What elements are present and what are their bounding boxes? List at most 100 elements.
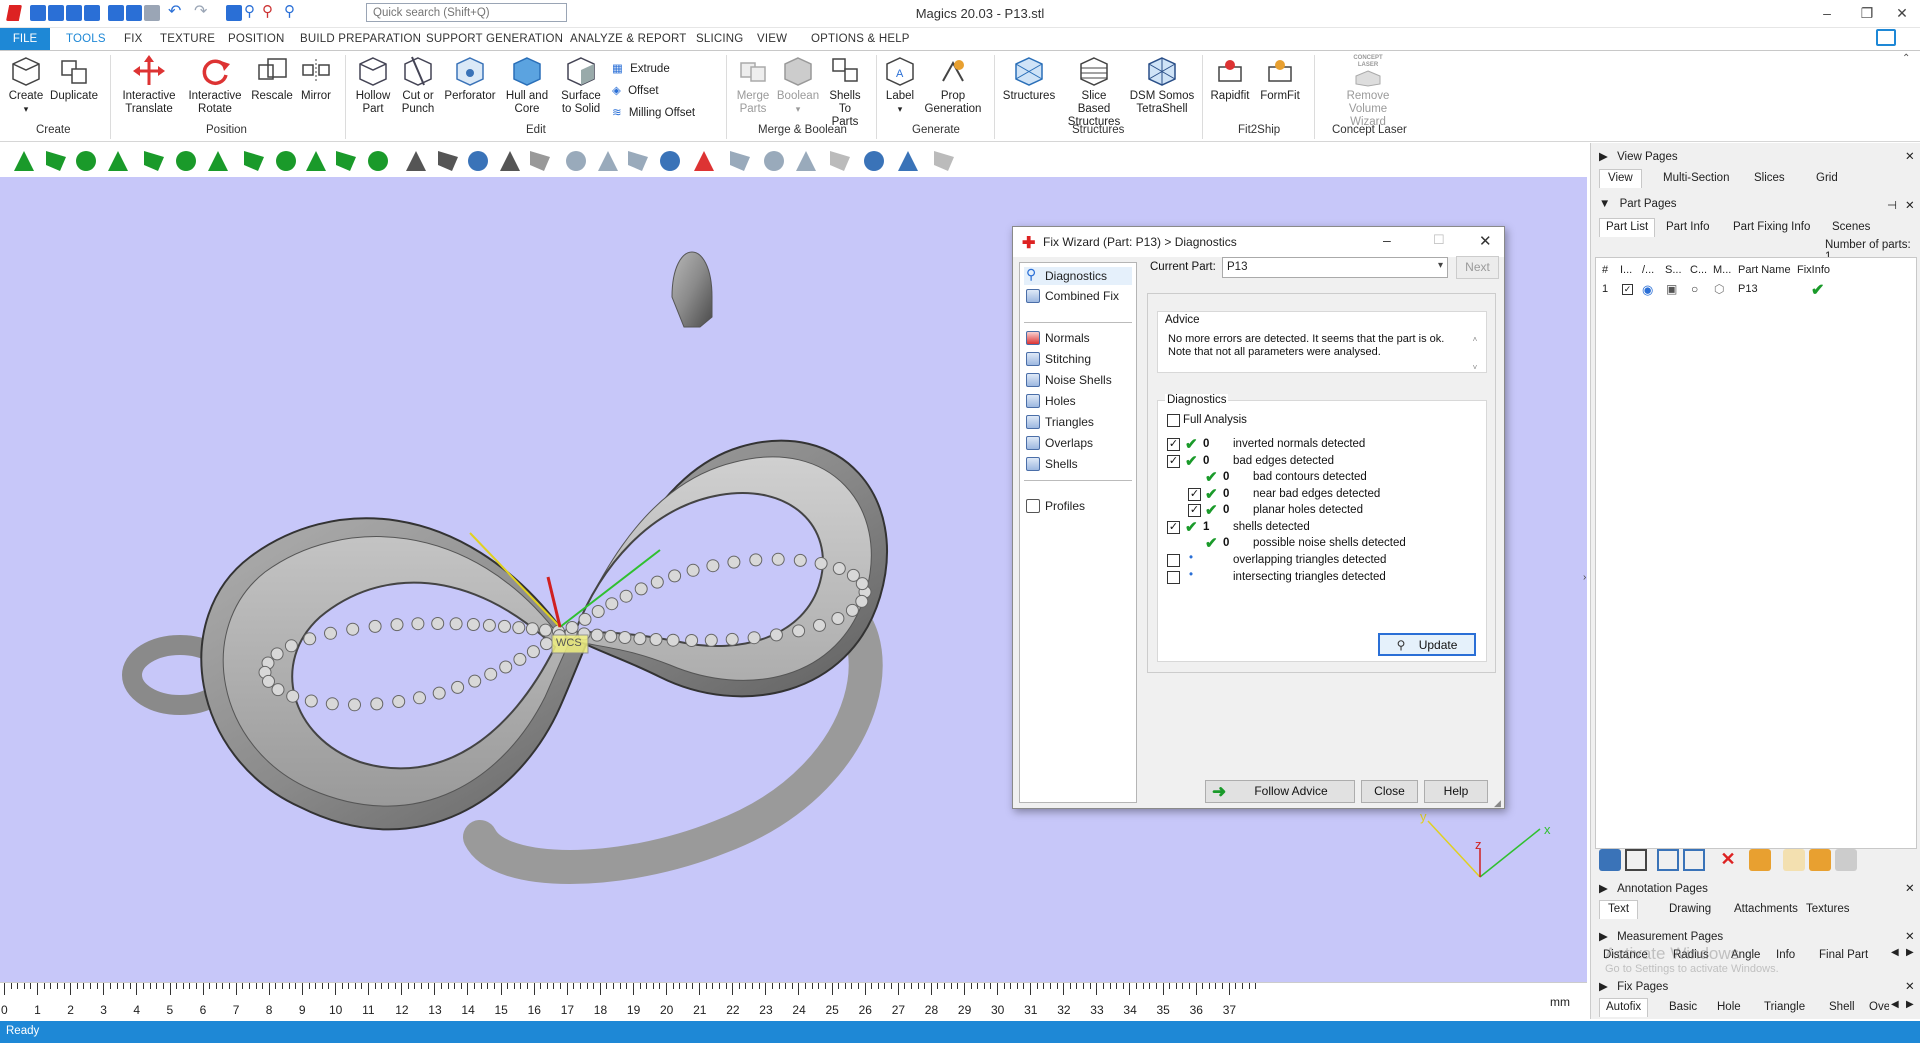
tab-scroll-right-icon[interactable]: ▶: [1906, 947, 1914, 958]
panel-splitter-handle[interactable]: ›: [1583, 572, 1586, 583]
tab-file[interactable]: FILE: [0, 28, 50, 50]
tab-triangle[interactable]: Triangle: [1764, 1001, 1805, 1013]
part-list-tool-icon[interactable]: [1683, 849, 1705, 871]
tab-fix[interactable]: FIX: [124, 33, 143, 45]
selection-tool-icon[interactable]: [660, 151, 680, 171]
selection-tool-icon[interactable]: [864, 151, 884, 171]
rescale-button[interactable]: Rescale: [250, 55, 294, 103]
nav-diagnostics[interactable]: ⚲ Diagnostics: [1024, 267, 1132, 285]
advice-scrollbar[interactable]: ˄ ˅: [1469, 333, 1481, 372]
annotation-pages-header[interactable]: ▶ Annotation Pages ✕: [1591, 881, 1920, 899]
selection-tool-icon[interactable]: [406, 151, 426, 171]
tab-part-info[interactable]: Part Info: [1666, 221, 1709, 233]
structures-button[interactable]: Structures: [998, 55, 1060, 103]
tab-grid[interactable]: Grid: [1816, 172, 1838, 184]
diagnostic-checkbox[interactable]: [1167, 554, 1180, 567]
selection-tool-icon[interactable]: [730, 151, 750, 171]
tab-shell[interactable]: Shell: [1829, 1001, 1855, 1013]
selection-tool-icon[interactable]: [764, 151, 784, 171]
tab-slicing[interactable]: SLICING: [696, 33, 743, 45]
diagnostic-checkbox[interactable]: ✓: [1167, 521, 1180, 534]
col-machine[interactable]: M...: [1713, 264, 1731, 276]
perforator-button[interactable]: Perforator: [442, 55, 498, 103]
diagnostic-checkbox[interactable]: ✓: [1167, 438, 1180, 451]
remove-volume-wizard-button[interactable]: CONCEPT LASER Remove Volume Wizard: [1320, 55, 1416, 129]
new-file-icon[interactable]: [30, 5, 46, 21]
select-all-icon[interactable]: [1625, 849, 1647, 871]
selection-tool-icon[interactable]: [144, 151, 164, 171]
selection-tool-icon[interactable]: [566, 151, 586, 171]
tab-tools[interactable]: TOOLS: [66, 33, 106, 45]
view-pages-header[interactable]: ▶ View Pages ✕: [1591, 149, 1920, 167]
selection-tool-icon[interactable]: [898, 151, 918, 171]
color-icon[interactable]: ○: [1691, 282, 1698, 296]
selection-tool-icon[interactable]: [694, 151, 714, 171]
full-analysis-checkbox[interactable]: [1167, 414, 1180, 427]
tab-view[interactable]: VIEW: [757, 33, 787, 45]
zoom-window-icon[interactable]: ⚲: [262, 4, 278, 21]
shells-to-parts-button[interactable]: Shells To Parts: [822, 55, 868, 129]
tab-info[interactable]: Info: [1776, 949, 1795, 961]
resize-grip-icon[interactable]: ◢: [1494, 798, 1501, 809]
help-button[interactable]: Help: [1424, 780, 1488, 803]
selection-tool-icon[interactable]: [830, 151, 850, 171]
tab-scenes[interactable]: Scenes: [1832, 221, 1870, 233]
nav-holes[interactable]: Holes: [1024, 392, 1132, 410]
dialog-close-button[interactable]: ✕: [1479, 232, 1492, 250]
selection-tool-icon[interactable]: [598, 151, 618, 171]
rapidfit-button[interactable]: Rapidfit: [1206, 55, 1254, 103]
selection-tool-icon[interactable]: [438, 151, 458, 171]
nav-overlaps[interactable]: Overlaps: [1024, 434, 1132, 452]
save-icon[interactable]: [66, 5, 82, 21]
import-icon[interactable]: [108, 5, 124, 21]
tab-part-fixing-info[interactable]: Part Fixing Info: [1733, 221, 1810, 233]
selection-tool-icon[interactable]: [76, 151, 96, 171]
part-list-tool-icon[interactable]: [1749, 849, 1771, 871]
tab-options-help[interactable]: OPTIONS & HELP: [811, 33, 910, 45]
tab-build-preparation[interactable]: BUILD PREPARATION: [300, 33, 421, 45]
selection-tool-icon[interactable]: [336, 151, 356, 171]
delete-part-icon[interactable]: ✕: [1717, 849, 1739, 871]
cut-or-punch-button[interactable]: Cut or Punch: [396, 55, 440, 116]
shaded-icon[interactable]: ▣: [1666, 282, 1677, 296]
redo-icon[interactable]: ↷: [194, 4, 210, 21]
nav-profiles[interactable]: Profiles: [1024, 497, 1132, 515]
boolean-button[interactable]: Boolean ▾: [776, 55, 820, 116]
tab-hole[interactable]: Hole: [1717, 1001, 1741, 1013]
tab-multi-section[interactable]: Multi-Section: [1663, 172, 1729, 184]
quick-search-input[interactable]: [366, 3, 567, 22]
selection-tool-icon[interactable]: [796, 151, 816, 171]
label-button[interactable]: A Label ▾: [880, 55, 920, 116]
create-button[interactable]: Create ▾: [6, 55, 46, 116]
dialog-maximize-button[interactable]: ☐: [1433, 232, 1445, 248]
fix-pages-header[interactable]: ▶ Fix Pages ✕: [1591, 979, 1920, 997]
close-window-button[interactable]: ✕: [1882, 2, 1920, 24]
part-list-tool-icon[interactable]: [1657, 849, 1679, 871]
diagnostic-checkbox[interactable]: ✓: [1167, 455, 1180, 468]
nav-stitching[interactable]: Stitching: [1024, 350, 1132, 368]
minimize-button[interactable]: –: [1807, 2, 1847, 24]
restore-button[interactable]: ❐: [1847, 2, 1887, 24]
col-index[interactable]: #: [1602, 264, 1608, 276]
slice-based-structures-button[interactable]: Slice Based Structures: [1062, 55, 1126, 129]
tab-text[interactable]: Text: [1599, 900, 1639, 919]
close-part-icon[interactable]: [144, 5, 160, 21]
tab-scroll-right-icon[interactable]: ▶: [1906, 999, 1914, 1010]
diagnostic-checkbox[interactable]: ✓: [1188, 488, 1201, 501]
tab-slices[interactable]: Slices: [1754, 172, 1785, 184]
nav-noise-shells[interactable]: Noise Shells: [1024, 371, 1132, 389]
part-list-tool-icon[interactable]: [1835, 849, 1857, 871]
layout-icon[interactable]: [1876, 29, 1896, 46]
tab-part-list[interactable]: Part List: [1599, 218, 1656, 237]
current-part-select[interactable]: P13 ▾: [1222, 257, 1448, 278]
tab-scroll-left-icon[interactable]: ◀: [1891, 999, 1899, 1010]
interactive-rotate-button[interactable]: Interactive Rotate: [184, 55, 246, 116]
part-list-tool-icon[interactable]: [1809, 849, 1831, 871]
ribbon-collapse-icon[interactable]: ⌃: [1902, 53, 1910, 64]
interactive-translate-button[interactable]: Interactive Translate: [118, 55, 180, 116]
tab-position[interactable]: POSITION: [228, 33, 285, 45]
nav-triangles[interactable]: Triangles: [1024, 413, 1132, 431]
row-include-checkbox[interactable]: ✓: [1622, 284, 1633, 295]
view-pages-close-icon[interactable]: ✕: [1905, 149, 1915, 163]
follow-advice-button[interactable]: ➜ Follow Advice: [1205, 780, 1355, 803]
